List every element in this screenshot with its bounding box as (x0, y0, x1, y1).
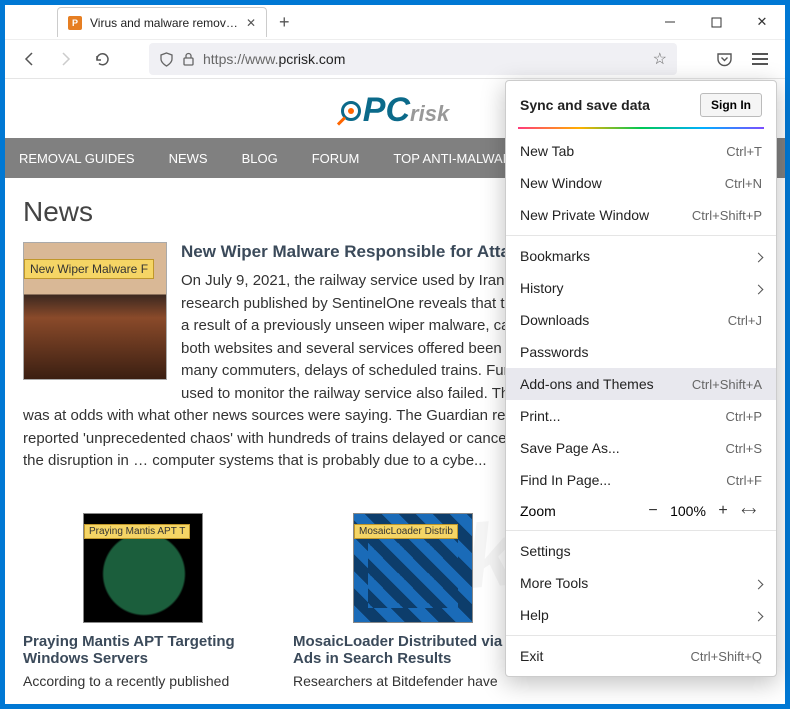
nav-blog[interactable]: BLOG (242, 151, 278, 166)
menu-label: Settings (520, 543, 571, 559)
maximize-button[interactable] (693, 7, 739, 37)
card-mantis: Praying Mantis APT T Praying Mantis APT … (23, 513, 263, 689)
card-title[interactable]: Praying Mantis APT Targeting Windows Ser… (23, 633, 263, 667)
article-thumbnail[interactable]: New Wiper Malware F (23, 242, 167, 380)
lock-icon (182, 52, 195, 67)
menu-label: Save Page As... (520, 440, 620, 456)
close-window-button[interactable]: ✕ (739, 7, 785, 37)
sync-label: Sync and save data (520, 97, 650, 113)
menu-item-new-tab[interactable]: New Tab Ctrl+T (506, 135, 776, 167)
menu-label: History (520, 280, 564, 296)
nav-top-antimalware[interactable]: TOP ANTI-MALWARE (393, 151, 520, 166)
card-body: Researchers at Bitdefender have (293, 673, 533, 689)
menu-item-bookmarks[interactable]: Bookmarks (506, 240, 776, 272)
card-body: According to a recently published (23, 673, 263, 689)
menu-item-more-tools[interactable]: More Tools (506, 567, 776, 599)
card-thumbnail[interactable]: MosaicLoader Distrib (353, 513, 473, 623)
menu-item-settings[interactable]: Settings (506, 535, 776, 567)
menu-shortcut: Ctrl+N (725, 176, 762, 191)
app-menu-button[interactable] (745, 44, 775, 74)
nav-forum[interactable]: FORUM (312, 151, 360, 166)
menu-item-new-private-window[interactable]: New Private Window Ctrl+Shift+P (506, 199, 776, 231)
nav-news[interactable]: NEWS (169, 151, 208, 166)
tab-favicon: P (68, 16, 82, 30)
menu-shortcut: Ctrl+F (726, 473, 762, 488)
menu-label: Exit (520, 648, 543, 664)
hamburger-icon (752, 53, 768, 65)
menu-separator (506, 235, 776, 236)
menu-label: New Window (520, 175, 602, 191)
reload-button[interactable] (87, 44, 117, 74)
chevron-right-icon (755, 575, 762, 591)
menu-label: New Private Window (520, 207, 649, 223)
zoom-value: 100% (666, 503, 710, 519)
sign-in-button[interactable]: Sign In (700, 93, 762, 117)
chevron-right-icon (755, 607, 762, 623)
pocket-icon[interactable] (709, 44, 739, 74)
title-bar: P Virus and malware removal inst ✕ + ✕ (5, 5, 785, 39)
app-menu: Sync and save data Sign In New Tab Ctrl+T… (505, 80, 777, 677)
url-text: https://www.pcrisk.com (203, 51, 345, 67)
card-mosaic: MosaicLoader Distrib MosaicLoader Distri… (293, 513, 533, 689)
menu-item-new-window[interactable]: New Window Ctrl+N (506, 167, 776, 199)
menu-label: Downloads (520, 312, 589, 328)
fullscreen-button[interactable]: ⤢ (736, 502, 762, 520)
back-button[interactable] (15, 44, 45, 74)
menu-shortcut: Ctrl+Shift+P (692, 208, 762, 223)
menu-label: More Tools (520, 575, 588, 591)
new-tab-button[interactable]: + (279, 12, 290, 33)
magnifier-icon (341, 101, 361, 121)
menu-item-add-ons-and-themes[interactable]: Add-ons and Themes Ctrl+Shift+A (506, 368, 776, 400)
menu-label: Print... (520, 408, 560, 424)
zoom-control: Zoom − 100% + ⤢ (506, 496, 776, 526)
zoom-label: Zoom (520, 503, 640, 519)
tab-title: Virus and malware removal inst (90, 16, 238, 30)
menu-item-downloads[interactable]: Downloads Ctrl+J (506, 304, 776, 336)
nav-removal-guides[interactable]: REMOVAL GUIDES (19, 151, 135, 166)
menu-separator (506, 530, 776, 531)
menu-label: Help (520, 607, 549, 623)
menu-item-help[interactable]: Help (506, 599, 776, 631)
menu-shortcut: Ctrl+T (726, 144, 762, 159)
close-tab-icon[interactable]: ✕ (246, 16, 256, 30)
menu-shortcut: Ctrl+Shift+A (692, 377, 762, 392)
menu-header: Sync and save data Sign In (506, 81, 776, 127)
menu-label: Passwords (520, 344, 588, 360)
zoom-in-button[interactable]: + (710, 502, 736, 520)
menu-label: Find In Page... (520, 472, 611, 488)
chevron-right-icon (755, 248, 762, 264)
zoom-out-button[interactable]: − (640, 502, 666, 520)
shield-icon (159, 52, 174, 67)
chevron-right-icon (755, 280, 762, 296)
menu-label: Add-ons and Themes (520, 376, 654, 392)
menu-separator (506, 635, 776, 636)
card-thumbnail[interactable]: Praying Mantis APT T (83, 513, 203, 623)
menu-shortcut: Ctrl+J (728, 313, 762, 328)
menu-item-exit[interactable]: Exit Ctrl+Shift+Q (506, 640, 776, 672)
toolbar: https://www.pcrisk.com ☆ (5, 39, 785, 79)
menu-shortcut: Ctrl+S (726, 441, 762, 456)
menu-item-save-page-as-[interactable]: Save Page As... Ctrl+S (506, 432, 776, 464)
address-bar[interactable]: https://www.pcrisk.com ☆ (149, 43, 677, 75)
menu-item-print-[interactable]: Print... Ctrl+P (506, 400, 776, 432)
card-title[interactable]: MosaicLoader Distributed via Ads in Sear… (293, 633, 533, 667)
bookmark-star-icon[interactable]: ☆ (653, 49, 667, 69)
menu-shortcut: Ctrl+Shift+Q (690, 649, 762, 664)
menu-label: New Tab (520, 143, 574, 159)
menu-item-find-in-page-[interactable]: Find In Page... Ctrl+F (506, 464, 776, 496)
menu-label: Bookmarks (520, 248, 590, 264)
menu-item-passwords[interactable]: Passwords (506, 336, 776, 368)
browser-tab[interactable]: P Virus and malware removal inst ✕ (57, 7, 267, 37)
thumbnail-banner: New Wiper Malware F (24, 259, 154, 279)
minimize-button[interactable] (647, 7, 693, 37)
menu-item-history[interactable]: History (506, 272, 776, 304)
menu-shortcut: Ctrl+P (726, 409, 762, 424)
forward-button[interactable] (51, 44, 81, 74)
window-controls: ✕ (647, 7, 785, 37)
